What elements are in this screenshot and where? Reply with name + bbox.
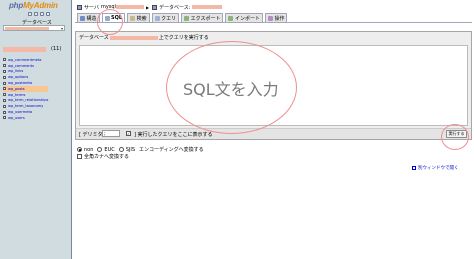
tab-divider <box>75 22 472 23</box>
radio-button[interactable] <box>118 147 124 152</box>
table-icon[interactable] <box>3 58 6 62</box>
sql-panel-title: データベース 上でクエリを実行する <box>79 34 209 41</box>
tab-search[interactable]: 検索 <box>127 13 150 22</box>
new-window-icon <box>412 166 416 170</box>
redacted-database-name <box>109 35 158 40</box>
table-name[interactable]: wp_users <box>8 116 25 120</box>
logo-text-php: php <box>9 1 24 10</box>
breadcrumb: サーバ mysql ▶ データベース: <box>77 3 223 11</box>
table-count: (11) <box>51 46 62 52</box>
breadcrumb-separator-icon: ▶ <box>145 4 150 10</box>
kana-row: 全角カナへ変換する <box>77 153 204 160</box>
help-icon[interactable] <box>46 12 50 16</box>
encoding-option-label: non <box>84 146 94 153</box>
table-name[interactable]: wp_postmeta <box>8 81 32 85</box>
table-name[interactable]: wp_links <box>8 69 23 73</box>
table-list: wp_commentmeta wp_comments wp_links wp_o… <box>3 57 49 121</box>
sql-panel-title-prefix: データベース <box>79 35 109 41</box>
show-query-checkbox[interactable]: ✓ <box>126 131 131 136</box>
table-list-item[interactable]: wp_users <box>3 115 48 121</box>
show-query-label: ] 実行したクエリをここに表示する <box>134 132 213 138</box>
search-icon <box>130 15 136 21</box>
table-icon[interactable] <box>3 110 6 114</box>
kana-label: 全角カナへ変換する <box>84 154 130 160</box>
table-icon[interactable] <box>3 69 6 73</box>
tab-query[interactable]: クエリ <box>151 13 180 22</box>
kana-checkbox[interactable] <box>77 154 82 159</box>
database-select[interactable]: ▾ <box>3 25 65 31</box>
tab-label: 操作 <box>274 15 285 22</box>
encoding-option-non[interactable]: non <box>77 147 93 153</box>
database-label: データベース: <box>159 4 191 11</box>
tab-operations[interactable]: 操作 <box>264 13 288 22</box>
import-icon <box>228 15 234 21</box>
table-icon[interactable] <box>3 104 6 108</box>
new-window-label[interactable]: 別ウィンドウで開く <box>418 165 459 171</box>
sql-options-bar: [ デリミタ ; ✓ ] 実行したクエリをここに表示する 実行する <box>76 128 471 139</box>
query-icon <box>154 15 160 21</box>
tab-label: クエリ <box>161 15 177 22</box>
table-icon[interactable] <box>3 87 6 91</box>
tab-label: 構造 <box>86 15 97 22</box>
quick-icon-bar <box>28 12 50 16</box>
server-icon <box>77 4 82 10</box>
table-name[interactable]: wp_options <box>8 75 28 79</box>
table-icon[interactable] <box>3 98 6 102</box>
docs-icon[interactable] <box>40 12 44 16</box>
redacted-database-link[interactable] <box>192 5 223 9</box>
database-heading[interactable]: (11) <box>3 46 69 53</box>
encoding-option-label: SJIS <box>125 146 136 153</box>
table-name[interactable]: wp_terms <box>8 93 25 97</box>
phpmyadmin-logo[interactable]: phpMyAdmin <box>9 1 58 10</box>
encoding-row: non EUC SJIS エンコーディングへ変換する <box>77 146 204 153</box>
encoding-option-euc[interactable]: EUC <box>97 146 115 153</box>
query-window-icon[interactable] <box>34 12 38 16</box>
encoding-tail-label: エンコーディングへ変換する <box>139 147 204 153</box>
encoding-options: non EUC SJIS エンコーディングへ変換する 全角カナへ変換する <box>77 146 204 160</box>
highlight-circle-sql-tab <box>97 9 123 35</box>
radio-button[interactable] <box>97 147 103 152</box>
radio-button[interactable] <box>77 147 82 152</box>
tab-label: エクスポート <box>190 15 221 22</box>
open-new-window-link[interactable]: 別ウィンドウで開く <box>412 165 459 171</box>
delimiter-label: [ デリミタ <box>79 132 103 138</box>
tab-label: インポート <box>234 15 260 22</box>
highlight-circle-run-button <box>441 124 469 150</box>
table-name[interactable]: wp_term_taxonomy <box>8 104 43 108</box>
server-label: サーバ <box>84 4 99 11</box>
tab-export[interactable]: エクスポート <box>181 13 224 22</box>
home-icon[interactable] <box>28 12 32 16</box>
export-icon <box>184 15 190 21</box>
table-name[interactable]: wp_usermeta <box>8 110 32 114</box>
encoding-option-sjis[interactable]: SJIS <box>118 146 136 153</box>
table-icon[interactable] <box>3 116 6 120</box>
frame-divider[interactable] <box>71 0 72 259</box>
delimiter-input[interactable]: ; <box>102 130 120 137</box>
table-name[interactable]: wp_comments <box>8 64 34 68</box>
tab-import[interactable]: インポート <box>225 13 263 22</box>
table-name[interactable]: wp_term_relationships <box>8 98 48 102</box>
chevron-down-icon: ▾ <box>60 26 63 31</box>
redacted-server-host <box>115 5 144 9</box>
logo-text-myadmin: MyAdmin <box>23 1 58 10</box>
table-icon[interactable] <box>3 75 6 79</box>
table-icon[interactable] <box>3 81 6 85</box>
sql-panel-title-suffix: 上でクエリを実行する <box>158 35 209 41</box>
left-navigation-panel: phpMyAdmin データベース ▾ (11) wp_commentmeta … <box>0 0 71 259</box>
tab-label: 検索 <box>136 15 147 22</box>
table-icon[interactable] <box>3 64 6 68</box>
operations-icon <box>267 15 273 21</box>
table-name[interactable]: wp_posts <box>8 87 25 91</box>
highlight-circle-textarea <box>166 41 297 134</box>
database-icon <box>152 4 158 10</box>
redacted-database-title <box>3 47 46 52</box>
table-name[interactable]: wp_commentmeta <box>8 58 41 62</box>
structure-icon <box>80 15 85 21</box>
encoding-option-label: EUC <box>104 146 115 153</box>
redacted-database-name <box>5 27 49 30</box>
table-icon[interactable] <box>3 93 6 97</box>
